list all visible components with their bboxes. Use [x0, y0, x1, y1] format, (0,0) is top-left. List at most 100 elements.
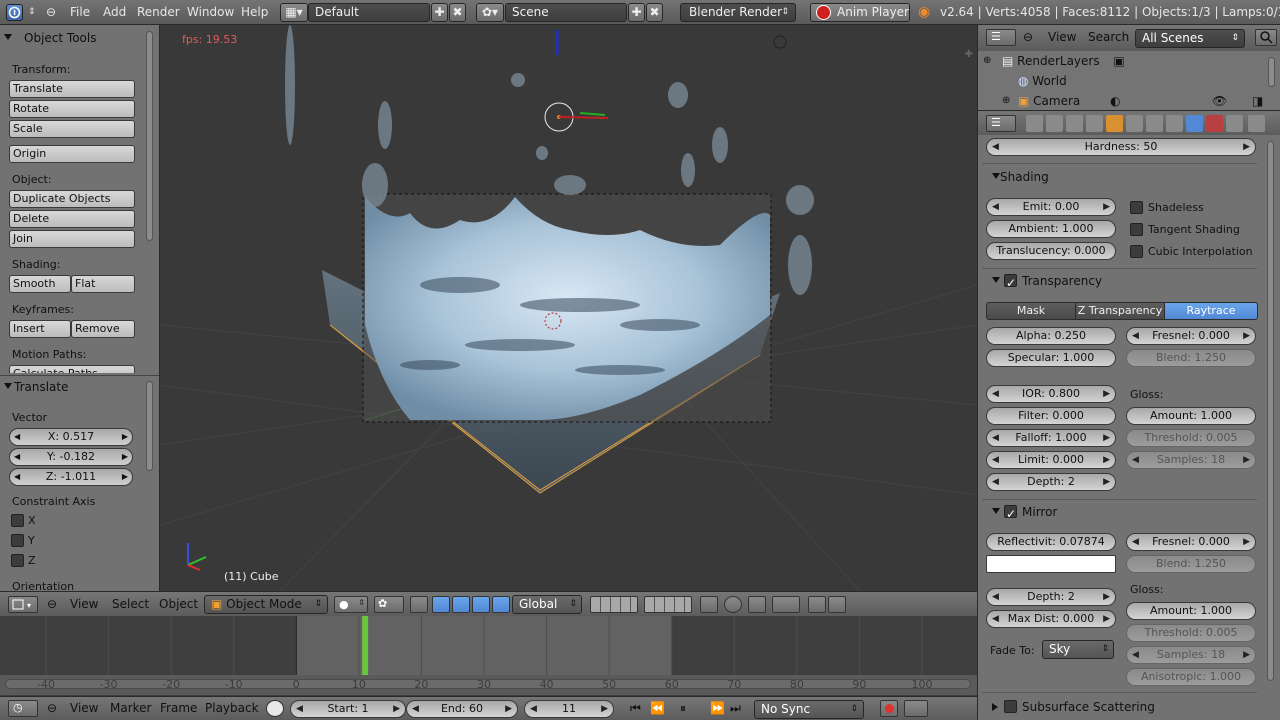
flat-button[interactable]: Flat: [71, 275, 135, 293]
outliner-search-menu[interactable]: Search: [1088, 29, 1129, 46]
area-menu-arrows-icon[interactable]: ⇕: [28, 3, 36, 22]
select-menu[interactable]: Select: [112, 596, 149, 613]
menu-help[interactable]: Help: [241, 3, 268, 22]
tangent-shading-checkbox[interactable]: [1130, 223, 1143, 236]
screen-layout-icon[interactable]: ▦▾: [280, 3, 308, 22]
info-editor-icon[interactable]: [6, 4, 23, 21]
layers-grid-2[interactable]: [644, 596, 692, 613]
fade-to-select[interactable]: Sky ⇕: [1042, 640, 1114, 659]
timeline-frame-menu[interactable]: Frame: [160, 700, 197, 717]
timeline-marker-menu[interactable]: Marker: [110, 700, 151, 717]
translate-operator-header[interactable]: Translate: [0, 376, 145, 398]
smooth-button[interactable]: Smooth: [9, 275, 71, 293]
viewport-shading-select[interactable]: ● ⇕: [334, 596, 368, 613]
fresnel-field[interactable]: ◀ Fresnel: 0.000 ▶: [1126, 327, 1256, 345]
outliner-view-menu[interactable]: View: [1048, 29, 1076, 46]
filter-field[interactable]: Filter: 0.000: [986, 407, 1116, 425]
tool-shelf-scrollbar-top[interactable]: [146, 31, 153, 241]
jump-start-icon[interactable]: ⏮: [630, 700, 641, 717]
vector-x-field[interactable]: ◀ X: 0.517 ▶: [9, 428, 133, 446]
remove-layout-button[interactable]: ✖: [449, 3, 466, 22]
rotate-manipulator-icon[interactable]: [452, 596, 470, 613]
editor-type-icon[interactable]: ◷: [8, 700, 38, 717]
mirror-threshold-field[interactable]: Threshold: 0.005: [1126, 624, 1256, 642]
blend-field[interactable]: Blend: 1.250: [1126, 349, 1256, 367]
tab-raytrace[interactable]: Raytrace: [1164, 302, 1258, 320]
subsurface-section-header[interactable]: Subsurface Scattering: [986, 696, 1155, 718]
search-icon[interactable]: [1255, 29, 1277, 46]
preview-range-icon[interactable]: [266, 700, 284, 717]
emit-field[interactable]: ◀ Emit: 0.00 ▶: [986, 198, 1116, 216]
timeline-ruler[interactable]: -40 -30 -20 -10 0 10 20 30 40 50 60 70 80 90 100: [0, 675, 977, 695]
data-tab-icon[interactable]: [1166, 115, 1183, 132]
insert-keyframe-button[interactable]: Insert: [9, 320, 71, 338]
view-menu[interactable]: View: [70, 596, 98, 613]
object-menu[interactable]: Object: [159, 596, 198, 613]
start-frame-field[interactable]: ◀ Start: 1 ▶: [290, 700, 406, 718]
join-button[interactable]: Join: [9, 230, 135, 248]
ior-field[interactable]: ◀ IOR: 0.800 ▶: [986, 385, 1116, 403]
proportional-edit-icon[interactable]: [724, 596, 742, 613]
ambient-field[interactable]: Ambient: 1.000: [986, 220, 1116, 238]
remove-scene-button[interactable]: ✖: [646, 3, 663, 22]
gloss-amount-field[interactable]: Amount: 1.000: [1126, 407, 1256, 425]
tab-mask[interactable]: Mask: [986, 302, 1076, 320]
rotate-button[interactable]: Rotate: [9, 100, 135, 118]
collapse-menu-icon[interactable]: ⊖: [47, 596, 57, 613]
lock-camera-icon[interactable]: [700, 596, 718, 613]
screen-layout-field[interactable]: Default: [308, 3, 430, 22]
mode-select[interactable]: ▣ Object Mode ⇕: [204, 595, 328, 614]
render-engine-select[interactable]: Blender Render ⇕: [680, 3, 796, 22]
timeline-scrollbar[interactable]: [5, 679, 971, 689]
render-animation-icon[interactable]: [828, 596, 846, 613]
calculate-paths-button[interactable]: Calculate Paths: [9, 365, 135, 373]
menu-render[interactable]: Render: [137, 3, 180, 22]
timeline-view-menu[interactable]: View: [70, 700, 98, 717]
transparency-section-header[interactable]: Transparency: [986, 270, 1102, 294]
vector-z-field[interactable]: ◀ Z: -1.011 ▶: [9, 468, 133, 486]
scene-field[interactable]: Scene: [505, 3, 627, 22]
object-tab-icon[interactable]: [1106, 115, 1123, 132]
object-tools-header[interactable]: Object Tools: [0, 27, 145, 49]
scene-tab-icon[interactable]: [1066, 115, 1083, 132]
collapse-menu-icon[interactable]: ⊖: [47, 700, 57, 717]
gloss-threshold-field[interactable]: Threshold: 0.005: [1126, 429, 1256, 447]
mirror-amount-field[interactable]: Amount: 1.000: [1126, 602, 1256, 620]
gloss-samples-field[interactable]: ◀ Samples: 18 ▶: [1126, 451, 1256, 469]
jump-end-icon[interactable]: ⏭: [730, 700, 741, 717]
record-keyframes-icon[interactable]: [880, 700, 898, 717]
outliner-scrollbar[interactable]: [1268, 57, 1275, 87]
current-frame-field[interactable]: ◀ 11 ▶: [524, 700, 614, 718]
3d-viewport[interactable]: fps: 19.53 (11) Cube ✚: [160, 25, 977, 591]
limit-field[interactable]: ◀ Limit: 0.000 ▶: [986, 451, 1116, 469]
pause-icon[interactable]: ⏸: [680, 700, 686, 717]
origin-button[interactable]: Origin: [9, 145, 135, 163]
outliner-display-select[interactable]: All Scenes ⇕: [1135, 29, 1245, 48]
mirror-color-swatch[interactable]: [986, 555, 1116, 573]
menu-add[interactable]: Add: [103, 3, 126, 22]
mirror-section-header[interactable]: Mirror: [986, 501, 1057, 525]
outliner-item-world[interactable]: ◍ World: [1018, 71, 1067, 91]
layers-grid-1[interactable]: [590, 596, 638, 613]
mirror-blend-field[interactable]: Blend: 1.250: [1126, 555, 1256, 573]
render-preview-icon[interactable]: [808, 596, 826, 613]
add-scene-button[interactable]: ✚: [628, 3, 645, 22]
orientation-icon[interactable]: [492, 596, 510, 613]
delete-button[interactable]: Delete: [9, 210, 135, 228]
cubic-interpolation-checkbox[interactable]: [1130, 245, 1143, 258]
shadeless-checkbox[interactable]: [1130, 201, 1143, 214]
end-frame-field[interactable]: ◀ End: 60 ▶: [406, 700, 518, 718]
render-tab-icon[interactable]: [1026, 115, 1043, 132]
pivot-point-select[interactable]: ✿: [374, 596, 404, 613]
editor-type-icon[interactable]: ☰: [986, 115, 1016, 132]
properties-scrollbar[interactable]: [1267, 141, 1274, 681]
jump-keyframe-forward-icon[interactable]: ⏩: [710, 700, 725, 717]
menu-window[interactable]: Window: [187, 3, 234, 22]
alpha-field[interactable]: Alpha: 0.250: [986, 327, 1116, 345]
specular-field[interactable]: Specular: 1.000: [986, 349, 1116, 367]
add-layout-button[interactable]: ✚: [431, 3, 448, 22]
collapse-menu-icon[interactable]: ⊖: [1023, 29, 1033, 46]
reflectivity-field[interactable]: Reflectivit: 0.07874: [986, 533, 1116, 551]
scale-manipulator-icon[interactable]: [472, 596, 490, 613]
editor-type-icon[interactable]: ▾: [8, 596, 38, 613]
